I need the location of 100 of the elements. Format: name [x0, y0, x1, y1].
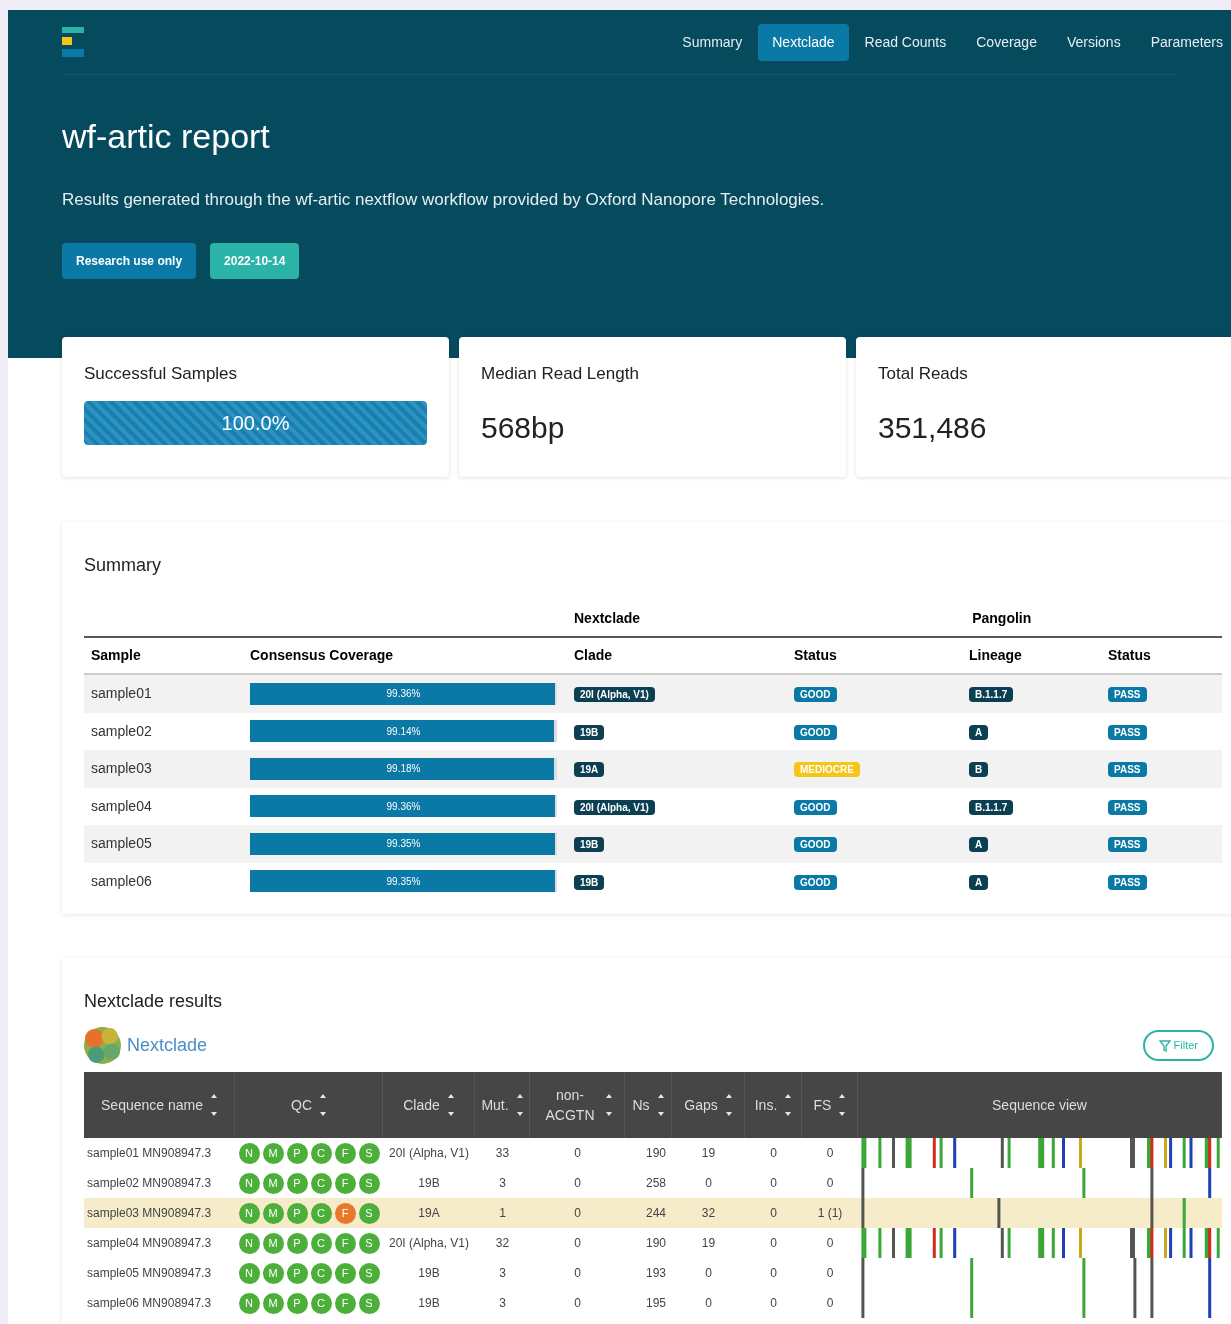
- pass-badge: PASS: [1108, 687, 1147, 703]
- sample-cell-text: sample01: [90, 684, 153, 704]
- qc-indicator: M: [262, 1142, 284, 1164]
- qc-indicator: P: [286, 1232, 308, 1254]
- qc-indicator: S: [358, 1142, 380, 1164]
- lineage-badge: A: [969, 724, 989, 740]
- qc-indicator: M: [262, 1172, 284, 1194]
- nav-tab[interactable]: Read Counts: [850, 23, 961, 61]
- column-header: Lineage: [969, 646, 1023, 665]
- sequence-name: sample03 MN908947.3: [86, 1205, 213, 1222]
- sort-icon: [516, 1094, 523, 1116]
- table-cell-text: 32: [494, 1235, 511, 1252]
- clade-badge: 19B: [574, 874, 605, 890]
- sort-icon: [320, 1094, 326, 1116]
- lineage-badge: B.1.1.7: [969, 799, 1014, 815]
- qc-indicator: C: [310, 1232, 332, 1254]
- qc-indicator: M: [262, 1262, 284, 1284]
- stat-title: Total Reads: [878, 363, 969, 385]
- coverage-value: 99.36%: [385, 799, 422, 814]
- header-badge: Research use only: [62, 242, 197, 279]
- qc-indicator: F: [334, 1202, 356, 1224]
- pass-badge: PASS: [1108, 837, 1147, 853]
- qc-indicator: F: [334, 1142, 356, 1164]
- sequence-name: sample01 MN908947.3: [86, 1145, 213, 1162]
- qc-indicator: N: [238, 1202, 260, 1224]
- qc-indicator: N: [238, 1292, 260, 1314]
- table-cell-text: 19: [700, 1235, 717, 1252]
- sequence-name: sample04 MN908947.3: [86, 1235, 213, 1252]
- qc-indicator: S: [358, 1292, 380, 1314]
- column-header: Status: [1108, 646, 1152, 665]
- sort-icon: [839, 1094, 846, 1116]
- status-badge: GOOD: [794, 837, 837, 853]
- table-cell-text: 0: [573, 1175, 582, 1192]
- sort-icon: [606, 1094, 612, 1116]
- clade-badge: 20I (Alpha, V1): [574, 687, 655, 703]
- table-cell-text: 244: [644, 1205, 667, 1222]
- nav-tab[interactable]: Parameters: [1136, 23, 1231, 61]
- section-title: Summary: [84, 554, 162, 577]
- column-header: Ins.: [754, 1095, 778, 1115]
- qc-indicator: S: [358, 1232, 380, 1254]
- table-cell-text: 0: [825, 1295, 835, 1312]
- qc-indicator: F: [334, 1232, 356, 1254]
- qc-indicator: N: [238, 1142, 260, 1164]
- table-cell-text: 0: [769, 1145, 778, 1162]
- status-badge: GOOD: [794, 687, 837, 703]
- coverage-value: 99.36%: [385, 687, 422, 702]
- lineage-badge: B.1.1.7: [969, 687, 1014, 703]
- qc-indicator: P: [286, 1262, 308, 1284]
- table-cell-text: 195: [644, 1295, 667, 1312]
- coverage-value: 99.18%: [385, 762, 422, 777]
- table-cell-text: 32: [700, 1205, 717, 1222]
- qc-indicator: P: [286, 1142, 308, 1164]
- clade-cell-text: 20I (Alpha, V1): [387, 1235, 470, 1252]
- table-cell-text: 0: [825, 1145, 835, 1162]
- clade-cell-text: 19A: [417, 1205, 441, 1222]
- sort-icon: [785, 1094, 792, 1116]
- status-badge: GOOD: [794, 724, 837, 740]
- sample-cell-text: sample04: [90, 796, 153, 816]
- status-badge: GOOD: [794, 799, 837, 815]
- table-cell-text: 1: [498, 1205, 507, 1222]
- report-subtitle: Results generated through the wf-artic nextflow workflow provided by Oxford Nanopore Technologies.: [62, 189, 826, 211]
- qc-indicator: M: [262, 1202, 284, 1224]
- column-header: Gaps: [684, 1095, 718, 1115]
- nav-tab[interactable]: Summary: [668, 23, 757, 61]
- qc-indicator: N: [238, 1232, 260, 1254]
- nav-tab[interactable]: Versions: [1052, 23, 1135, 61]
- pass-badge: PASS: [1108, 799, 1147, 815]
- clade-badge: 19B: [574, 837, 605, 853]
- column-header: Clade: [403, 1095, 440, 1115]
- clade-badge: 20I (Alpha, V1): [574, 799, 655, 815]
- table-cell-text: 0: [825, 1265, 835, 1282]
- qc-indicator: C: [310, 1142, 332, 1164]
- sort-icon: [447, 1094, 454, 1116]
- pass-badge: PASS: [1108, 762, 1147, 778]
- sample-cell-text: sample02: [90, 721, 153, 741]
- column-header: QC: [291, 1095, 312, 1115]
- coverage-value: 99.35%: [385, 874, 422, 889]
- table-cell-text: 0: [769, 1175, 778, 1192]
- table-cell-text: 33: [494, 1145, 511, 1162]
- column-header: Sample: [90, 646, 142, 665]
- table-cell-text: 0: [704, 1295, 713, 1312]
- qc-indicator: M: [262, 1292, 284, 1314]
- sample-cell-text: sample03: [90, 759, 153, 779]
- qc-indicator: C: [310, 1172, 332, 1194]
- column-header: Sequence name: [101, 1095, 203, 1115]
- nextclade-logo-icon: [84, 1027, 121, 1064]
- section-title: Nextclade results: [84, 990, 224, 1013]
- sort-icon: [725, 1094, 732, 1116]
- stat-title: Successful Samples: [84, 363, 239, 385]
- qc-indicator: F: [334, 1172, 356, 1194]
- sort-icon: [657, 1094, 664, 1116]
- status-badge: MEDIOCRE: [794, 762, 860, 778]
- nav-tab[interactable]: Coverage: [962, 23, 1051, 61]
- table-cell-text: 3: [498, 1265, 507, 1282]
- clade-cell-text: 19B: [417, 1265, 441, 1282]
- pass-badge: PASS: [1108, 874, 1147, 890]
- coverage-value: 99.35%: [385, 837, 422, 852]
- group-header: Nextclade: [574, 609, 641, 628]
- nav-tab[interactable]: Nextclade: [758, 23, 849, 61]
- status-badge: GOOD: [794, 874, 837, 890]
